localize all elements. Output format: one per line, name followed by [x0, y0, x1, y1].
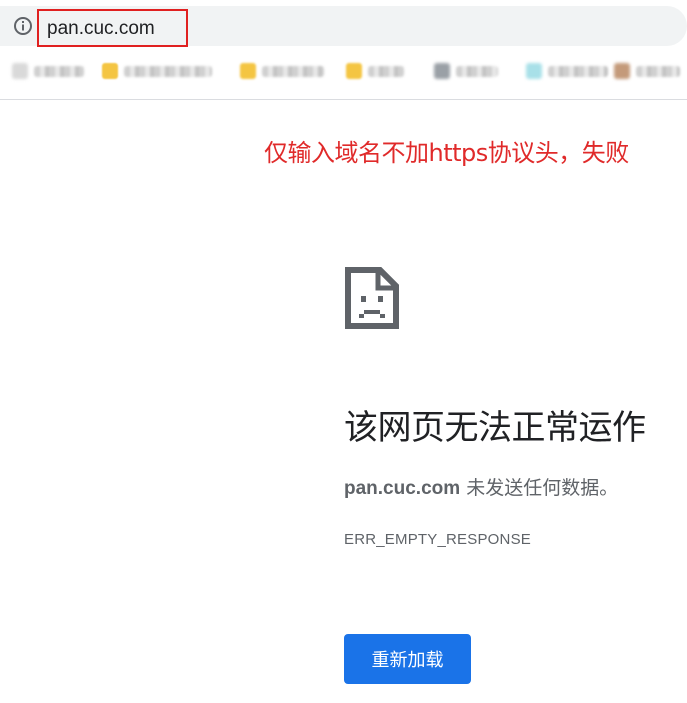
bookmark-item[interactable]	[12, 58, 84, 84]
error-code: ERR_EMPTY_RESPONSE	[344, 531, 531, 548]
address-bar[interactable]: pan.cuc.com	[0, 6, 687, 47]
bookmark-folder[interactable]	[240, 58, 324, 84]
bookmark-item[interactable]	[434, 58, 498, 84]
folder-icon	[240, 63, 256, 79]
folder-icon	[102, 63, 118, 79]
bookmark-item[interactable]	[526, 58, 608, 84]
info-circle-icon[interactable]	[12, 15, 34, 37]
bookmark-label-blurred	[368, 65, 404, 77]
blurred-favicon-icon	[526, 63, 542, 79]
error-description-text: 未发送任何数据。	[460, 477, 619, 499]
bookmark-item[interactable]	[614, 58, 680, 84]
reload-button[interactable]: 重新加载	[344, 634, 471, 684]
bookmark-label-blurred	[548, 65, 608, 77]
bookmark-label-blurred	[636, 65, 680, 77]
annotation-note: 仅输入域名不加https协议头，失败	[264, 139, 629, 167]
bookmark-label-blurred	[456, 65, 498, 77]
bookmark-label-blurred	[262, 65, 324, 77]
blurred-favicon-icon	[614, 63, 630, 79]
bookmark-folder[interactable]	[102, 58, 212, 84]
url-text[interactable]: pan.cuc.com	[47, 18, 155, 40]
toolbar-divider	[0, 99, 687, 100]
bookmark-label-blurred	[34, 65, 84, 77]
bookmarks-bar	[0, 58, 687, 88]
blurred-favicon-icon	[434, 63, 450, 79]
error-description: pan.cuc.com 未发送任何数据。	[344, 473, 618, 500]
error-host: pan.cuc.com	[344, 478, 461, 499]
error-title: 该网页无法正常运作	[344, 408, 646, 448]
folder-icon	[346, 63, 362, 79]
sad-page-icon	[344, 266, 400, 330]
bookmark-label-blurred	[124, 65, 212, 77]
blurred-favicon-icon	[12, 63, 28, 79]
url-highlight-box: pan.cuc.com	[37, 9, 188, 47]
bookmark-folder[interactable]	[346, 58, 404, 84]
